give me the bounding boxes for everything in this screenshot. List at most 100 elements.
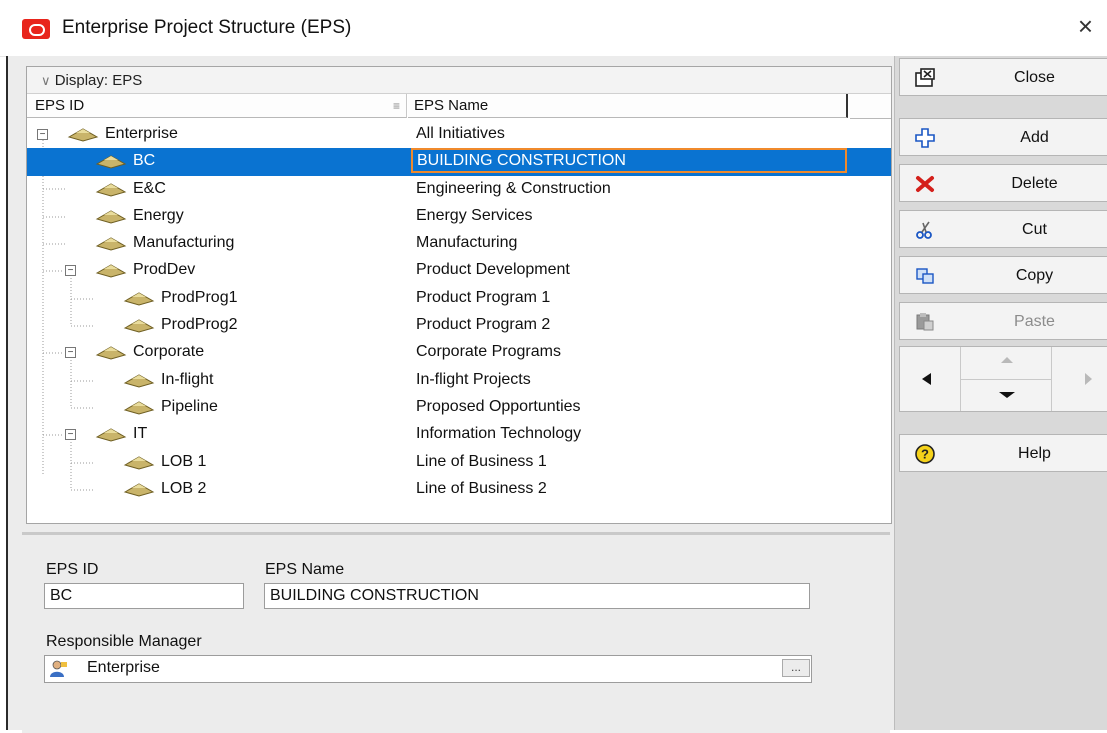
eps-node-icon bbox=[123, 401, 155, 415]
tree-row[interactable]: Manufacturing Manufacturing bbox=[27, 230, 891, 257]
move-down-button[interactable] bbox=[961, 380, 1052, 411]
display-label: Display: EPS bbox=[54, 72, 143, 89]
chevron-down-icon: ∨ bbox=[41, 73, 51, 88]
delete-button-label: Delete bbox=[1011, 175, 1058, 192]
tree-row-eps-id: IT bbox=[133, 425, 148, 443]
collapse-toggle-icon[interactable]: − bbox=[65, 347, 76, 359]
tree-row[interactable]: Energy Energy Services bbox=[27, 203, 891, 230]
tree-row-eps-id: Energy bbox=[133, 206, 184, 224]
display-dropdown[interactable]: ∨ Display: EPS bbox=[41, 72, 142, 89]
eps-tree-panel: ∨ Display: EPS EPS ID ≡ EPS Name − Enter… bbox=[26, 66, 892, 524]
copy-icon bbox=[916, 268, 934, 284]
tree-row-eps-name: Product Program 2 bbox=[416, 316, 551, 334]
move-up-button[interactable] bbox=[961, 347, 1052, 380]
tree-row-eps-name: Product Development bbox=[416, 261, 570, 279]
eps-detail-panel: EPS ID EPS Name Responsible Manager Ente… bbox=[22, 532, 890, 733]
eps-node-icon bbox=[123, 483, 155, 497]
eps-id-label: EPS ID bbox=[46, 561, 99, 578]
cut-button-label: Cut bbox=[1022, 221, 1047, 238]
tree-row[interactable]: Pipeline Proposed Opportunties bbox=[27, 394, 891, 421]
tree-row-eps-name: Manufacturing bbox=[416, 234, 518, 252]
eps-node-icon bbox=[95, 155, 127, 169]
help-button[interactable]: ? Help bbox=[899, 434, 1107, 472]
eps-node-icon bbox=[95, 428, 127, 442]
close-button-label: Close bbox=[1014, 69, 1055, 86]
move-controls bbox=[899, 346, 1107, 412]
eps-node-icon bbox=[95, 346, 127, 360]
collapse-toggle-icon[interactable]: − bbox=[37, 129, 48, 140]
eps-node-icon bbox=[123, 374, 155, 388]
arrow-up-icon bbox=[1001, 357, 1013, 363]
sort-icon[interactable]: ≡ bbox=[393, 94, 400, 118]
delete-button[interactable]: Delete bbox=[899, 164, 1107, 202]
collapse-toggle-icon[interactable]: − bbox=[65, 265, 76, 277]
eps-node-icon bbox=[95, 210, 127, 224]
tree-row[interactable]: − ProdDev Product Development bbox=[27, 257, 891, 284]
paste-icon bbox=[916, 313, 934, 331]
tree-row-eps-id: ProdProg1 bbox=[161, 288, 238, 306]
tree-row-eps-name: Information Technology bbox=[416, 425, 582, 443]
close-button[interactable]: Close bbox=[899, 58, 1107, 96]
plus-icon bbox=[915, 128, 935, 148]
column-header-eps-name[interactable]: EPS Name bbox=[408, 94, 848, 118]
tree-row-eps-id: ProdDev bbox=[133, 261, 196, 279]
tree-row-eps-id: E&C bbox=[133, 179, 166, 197]
tree-row-eps-id: Enterprise bbox=[105, 125, 178, 142]
collapse-toggle-icon[interactable]: − bbox=[65, 429, 76, 441]
tree-row-eps-name: Corporate Programs bbox=[416, 343, 561, 361]
arrow-left-icon bbox=[922, 373, 931, 385]
tree-row-eps-name: Line of Business 2 bbox=[416, 479, 547, 497]
tree-row-eps-id: BC bbox=[133, 152, 156, 170]
tree-row[interactable]: ProdProg1 Product Program 1 bbox=[27, 285, 891, 312]
tree-row-eps-name: Engineering & Construction bbox=[416, 179, 611, 197]
eps-node-icon bbox=[95, 264, 127, 279]
eps-node-icon bbox=[95, 183, 127, 197]
tree-row-eps-name: Product Program 1 bbox=[416, 288, 551, 306]
window-title: Enterprise Project Structure (EPS) bbox=[62, 17, 352, 38]
column-header-eps-name-label: EPS Name bbox=[414, 97, 489, 114]
arrow-down-icon bbox=[999, 392, 1015, 398]
paste-button-label: Paste bbox=[1014, 313, 1055, 330]
eps-node-icon bbox=[123, 292, 155, 306]
move-right-button[interactable] bbox=[1052, 347, 1107, 411]
column-header-spacer bbox=[850, 94, 891, 119]
eps-id-input[interactable] bbox=[44, 583, 244, 609]
cut-button[interactable]: Cut bbox=[899, 210, 1107, 248]
eps-node-icon bbox=[67, 128, 99, 142]
tree-row[interactable]: ProdProg2 Product Program 2 bbox=[27, 312, 891, 339]
eps-node-icon bbox=[123, 319, 155, 333]
move-left-button[interactable] bbox=[900, 347, 961, 411]
manager-person-icon bbox=[50, 660, 67, 677]
eps-dialog: ∨ Display: EPS EPS ID ≡ EPS Name − Enter… bbox=[6, 56, 1107, 733]
tree-row[interactable]: BC BUILDING CONSTRUCTION bbox=[27, 148, 891, 176]
close-window-icon bbox=[915, 68, 935, 87]
column-header-eps-id[interactable]: EPS ID ≡ bbox=[27, 94, 407, 118]
window-close-icon[interactable]: × bbox=[1078, 12, 1093, 40]
title-bar: Enterprise Project Structure (EPS) × bbox=[0, 0, 1107, 57]
tree-row[interactable]: LOB 1 Line of Business 1 bbox=[27, 449, 891, 476]
command-button-panel: Close Add Delete Cut Copy Paste ? Help bbox=[894, 56, 1107, 730]
copy-button[interactable]: Copy bbox=[899, 256, 1107, 294]
responsible-manager-field[interactable]: Enterprise ... bbox=[44, 655, 812, 683]
add-button-label: Add bbox=[1020, 129, 1049, 146]
tree-row-eps-id: Corporate bbox=[133, 343, 205, 361]
tree-row-eps-name: Line of Business 1 bbox=[416, 452, 547, 470]
tree-row[interactable]: LOB 2 Line of Business 2 bbox=[27, 476, 891, 503]
eps-node-icon bbox=[123, 455, 155, 470]
browse-manager-button[interactable]: ... bbox=[782, 659, 810, 677]
tree-row[interactable]: − Enterprise All Initiatives bbox=[27, 121, 891, 148]
tree-row[interactable]: In-flight In-flight Projects bbox=[27, 367, 891, 394]
tree-row-eps-id: Pipeline bbox=[161, 397, 218, 415]
display-bar[interactable]: ∨ Display: EPS bbox=[27, 67, 891, 94]
tree-row[interactable]: E&C Engineering & Construction bbox=[27, 176, 891, 203]
eps-name-input[interactable] bbox=[264, 583, 810, 609]
tree-row-eps-id: LOB 1 bbox=[161, 452, 207, 470]
column-header-eps-id-label: EPS ID bbox=[35, 97, 85, 114]
tree-row-eps-name: Energy Services bbox=[416, 206, 533, 224]
tree-row[interactable]: − IT Information Technology bbox=[27, 421, 891, 448]
add-button[interactable]: Add bbox=[899, 118, 1107, 156]
tree-row-eps-id: LOB 2 bbox=[161, 479, 207, 497]
paste-button[interactable]: Paste bbox=[899, 302, 1107, 340]
tree-row[interactable]: − Corporate Corporate Programs bbox=[27, 339, 891, 366]
copy-button-label: Copy bbox=[1015, 267, 1054, 284]
